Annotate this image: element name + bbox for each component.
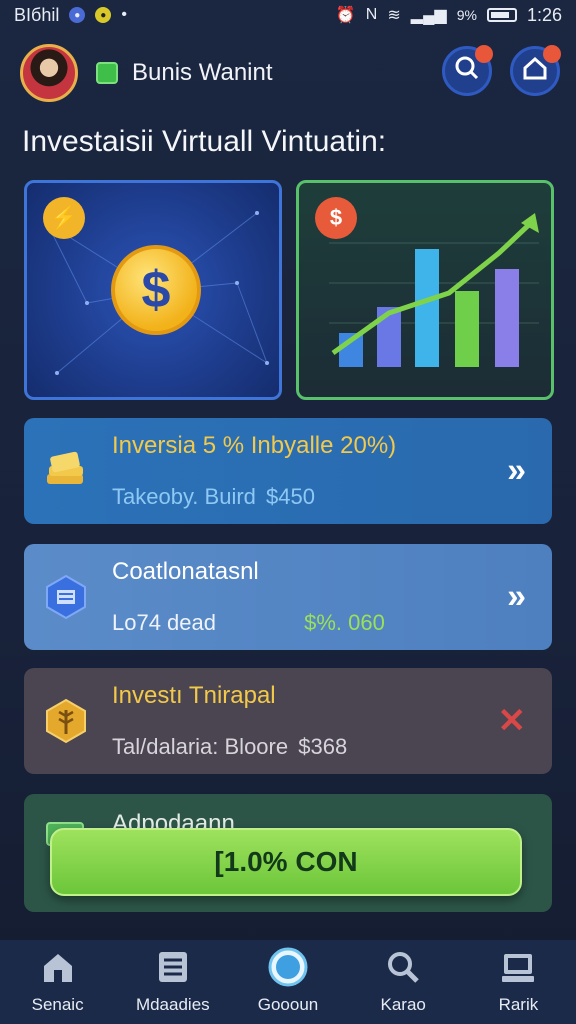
battery-percent: 9% — [456, 7, 477, 23]
signal-icon: ▂▄▆ — [410, 7, 447, 24]
nfc-icon: N — [365, 6, 378, 23]
dollar-coin-icon: $ — [111, 245, 201, 335]
nav-item-search[interactable]: Karao — [346, 940, 461, 1024]
row-subtitle: Lo74 dead — [112, 610, 216, 635]
growth-chart-illustration — [329, 213, 539, 367]
nav-label: Senaic — [31, 995, 84, 1014]
app-notification-icon: ● — [69, 7, 86, 23]
ledger-icon — [153, 949, 193, 985]
nav-label: Mdaadies — [135, 995, 210, 1014]
chart-bar — [495, 269, 519, 367]
row-amount: $368 — [298, 734, 348, 759]
app-name: Bunis Wanint — [132, 59, 273, 86]
wheat-badge-icon — [42, 697, 90, 745]
row-amount: $%. 060 — [304, 610, 385, 635]
row-subtitle: Tal/dalaria: Bloore — [112, 734, 289, 759]
nav-item-globe[interactable]: Goooun — [230, 940, 345, 1024]
bolt-coin-icon: ⚡ — [43, 197, 85, 239]
notification-badge — [475, 45, 493, 63]
app-header: Bunis Wanint — [20, 42, 561, 104]
dot-icon: • — [121, 6, 127, 23]
app-logo-icon — [96, 62, 118, 84]
briefcase-icon — [498, 949, 538, 985]
invest-cta-button[interactable]: [1.0% CON — [50, 828, 522, 896]
nav-item-rank[interactable]: Rarik — [461, 940, 576, 1024]
status-bar-right: ⏰ N ≋ ▂▄▆ 9% 1:26 — [336, 5, 562, 26]
globe-icon — [268, 947, 308, 987]
bottom-navbar: Senaic Mdaadies Goooun Karao Rarik — [0, 940, 576, 1024]
row-title: Coatlonatasnl — [112, 558, 259, 585]
investment-row[interactable]: Investı Tnirapal Tal/dalaria: Bloore $36… — [24, 668, 552, 774]
growth-chart-card[interactable]: $ — [296, 180, 554, 400]
search-icon — [383, 949, 423, 985]
chevron-double-right-icon[interactable]: » — [507, 452, 526, 491]
home-button[interactable] — [510, 45, 561, 96]
hexagon-doc-icon — [42, 573, 90, 621]
investment-row[interactable]: Coatlonatasnl Lo74 dead $%. 060 » — [24, 544, 552, 650]
nav-label: Karao — [380, 995, 426, 1014]
clock: 1:26 — [526, 4, 562, 25]
nav-label: Goooun — [257, 995, 319, 1014]
chevron-double-right-icon[interactable]: » — [507, 578, 526, 617]
status-bar-left: BIбhil ● ● • — [14, 5, 127, 26]
battery-icon — [486, 8, 517, 22]
nav-item-home[interactable]: Senaic — [0, 940, 115, 1024]
notification-badge — [543, 45, 561, 63]
nav-label: Rarik — [498, 995, 539, 1014]
row-title: Inversia 5 % Inbyalle 20%) — [112, 432, 397, 459]
investment-row[interactable]: Inversia 5 % Inbyalle 20%) Takeoby. Buir… — [24, 418, 552, 524]
coin-notification-icon: ● — [95, 7, 112, 23]
page-title: Investaisii Virtuall Vintuatin: — [22, 125, 387, 158]
chart-bar — [455, 291, 479, 367]
nav-item-ledger[interactable]: Mdaadies — [115, 940, 230, 1024]
row-amount: $450 — [266, 484, 315, 509]
home-icon — [38, 949, 78, 985]
carrier-text: BIбhil — [14, 4, 60, 25]
avatar[interactable] — [20, 44, 78, 102]
status-bar: BIбhil ● ● • ⏰ N ≋ ▂▄▆ 9% 1:26 — [0, 0, 576, 30]
row-subtitle: Takeoby. Buird — [112, 484, 256, 509]
chart-bar — [415, 249, 439, 367]
alarm-icon: ⏰ — [335, 7, 356, 24]
virtual-coin-card[interactable]: ⚡ $ — [24, 180, 282, 400]
close-icon[interactable]: ✕ — [498, 701, 527, 741]
search-button[interactable] — [442, 45, 493, 96]
wifi-icon: ≋ — [387, 7, 401, 24]
row-title: Investı Tnirapal — [112, 682, 276, 709]
coin-stack-icon — [42, 447, 90, 495]
